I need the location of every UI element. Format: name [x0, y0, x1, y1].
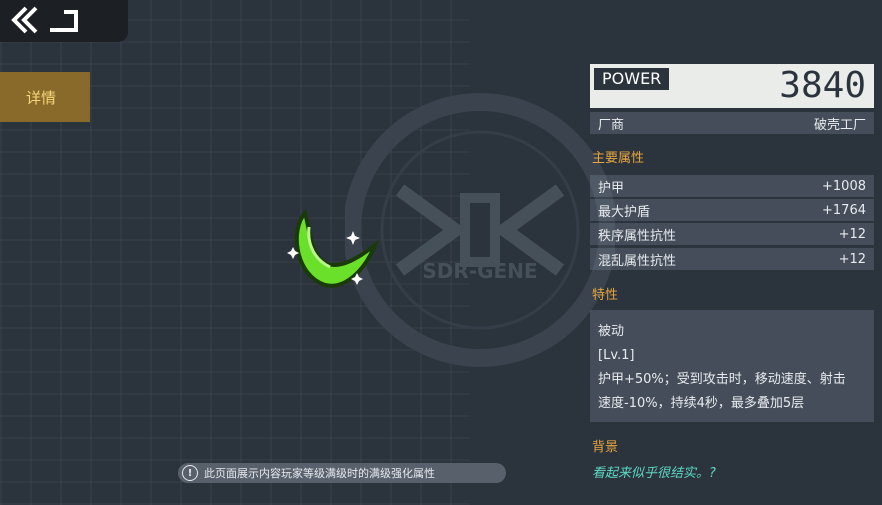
trait-level: [Lv.1] [598, 348, 635, 363]
sdr-gene-emblem: SDR-GENE [345, 93, 615, 367]
power-value: 3840 [779, 65, 866, 106]
maker-row: 厂商 破壳工厂 [590, 112, 874, 134]
emblem-text: SDR-GENE [422, 259, 537, 283]
tab-detail-label: 详情 [26, 88, 57, 107]
attr-value: +12 [838, 251, 866, 267]
attr-row: 秩序属性抗性 +12 [590, 223, 874, 245]
background-title: 背景 [592, 440, 619, 455]
attr-name: 护甲 [598, 180, 625, 196]
attr-name: 混乱属性抗性 [598, 253, 677, 269]
info-panel: POWER 3840 厂商 破壳工厂 主要属性 护甲 +1008 最大护盾 +1… [590, 0, 882, 505]
item-icon [287, 208, 380, 288]
back-button[interactable] [0, 0, 128, 42]
power-label: POWER [594, 68, 670, 90]
trait-box: 被动 [Lv.1] 护甲+50%；受到攻击时，移动速度、射击 速度-10%，持续… [590, 310, 874, 422]
back-icon [11, 6, 78, 34]
trait-desc-line1: 护甲+50%；受到攻击时，移动速度、射击 [598, 372, 846, 387]
attr-row: 护甲 +1008 [590, 175, 874, 197]
maker-value: 破壳工厂 [813, 117, 866, 133]
attr-value: +12 [838, 226, 866, 242]
attr-row: 混乱属性抗性 +12 [590, 248, 874, 270]
attr-name: 最大护盾 [598, 204, 651, 220]
notice-bar: ! 此页面展示内容玩家等级满级时的满级强化属性 [178, 463, 506, 483]
attr-value: +1764 [822, 202, 866, 218]
attr-row: 最大护盾 +1764 [590, 199, 874, 221]
attr-name: 秩序属性抗性 [598, 228, 677, 244]
traits-title: 特性 [592, 288, 619, 303]
info-icon: ! [182, 465, 198, 481]
tab-detail[interactable]: 详情 [0, 72, 90, 122]
trait-type: 被动 [598, 324, 625, 339]
attr-value: +1008 [822, 178, 866, 194]
notice-text: 此页面展示内容玩家等级满级时的满级强化属性 [204, 467, 435, 480]
background-text: 看起来似乎很结实。? [592, 466, 716, 481]
main-attrs-title: 主要属性 [592, 151, 645, 166]
trait-desc-line2: 速度-10%，持续4秒，最多叠加5层 [598, 396, 805, 411]
maker-label: 厂商 [598, 117, 625, 133]
power-box: POWER 3840 [590, 64, 874, 108]
